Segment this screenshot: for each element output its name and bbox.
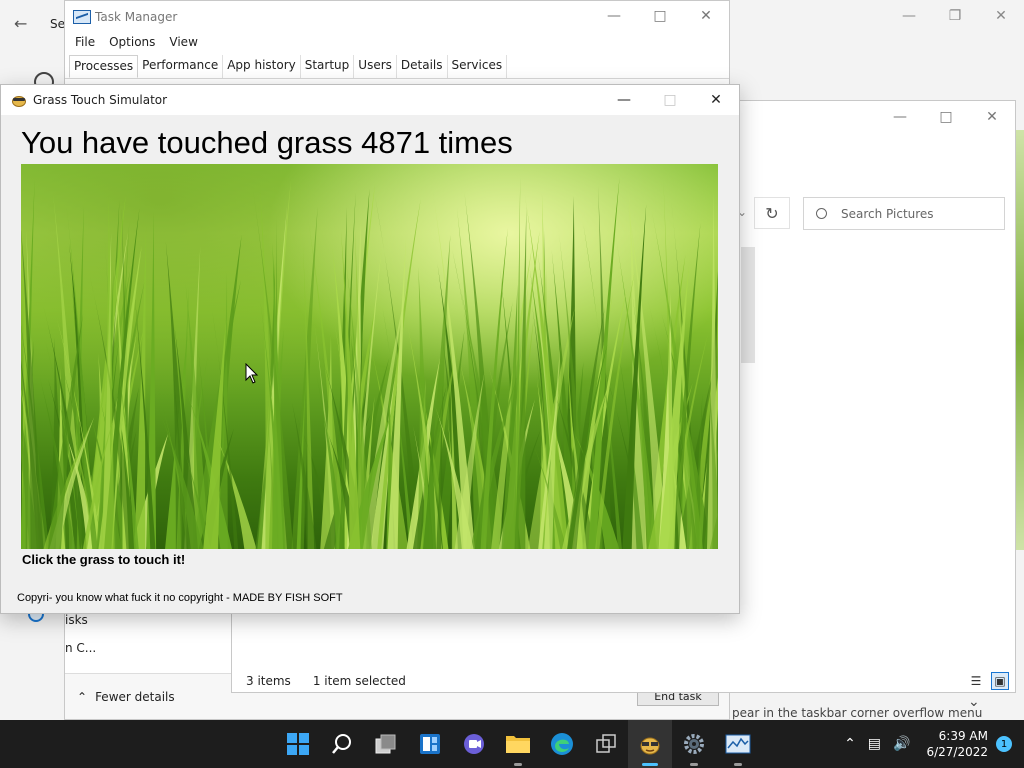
tab-users[interactable]: Users	[354, 55, 397, 78]
grass-touch-simulator-window: Grass Touch Simulator — □ ✕ You have tou…	[0, 84, 740, 614]
edge-button[interactable]	[540, 720, 584, 768]
chevron-up-icon[interactable]: ⌃	[844, 736, 856, 752]
task-view-button[interactable]	[364, 720, 408, 768]
search-icon	[332, 734, 351, 754]
running-indicator	[514, 763, 522, 766]
running-indicator	[690, 763, 698, 766]
fewer-details-label: Fewer details	[95, 690, 175, 704]
back-arrow-icon[interactable]: ←	[14, 14, 27, 33]
search-input[interactable]	[841, 206, 991, 221]
minimize-icon[interactable]: —	[591, 1, 637, 31]
tab-details[interactable]: Details	[397, 55, 448, 78]
task-manager-title: Task Manager	[95, 10, 178, 24]
touch-counter-heading: You have touched grass 4871 times	[21, 125, 513, 160]
task-manager-taskbar-button[interactable]	[716, 720, 760, 768]
mouse-cursor-icon	[245, 363, 259, 384]
menu-view[interactable]: View	[169, 35, 197, 51]
fewer-details-toggle[interactable]: ⌃ Fewer details	[77, 690, 175, 704]
active-indicator	[642, 763, 658, 766]
close-icon[interactable]: ✕	[683, 1, 729, 31]
snipping-tool-button[interactable]	[584, 720, 628, 768]
network-icon[interactable]: ▤	[868, 736, 881, 752]
start-button[interactable]	[276, 720, 320, 768]
selection-count: 1 item selected	[312, 674, 406, 688]
close-icon[interactable]: ✕	[978, 0, 1024, 32]
search-box[interactable]	[803, 197, 1005, 230]
minimize-icon[interactable]: —	[886, 0, 932, 32]
taskbar-apps	[276, 720, 760, 768]
settings-taskbar-button[interactable]	[672, 720, 716, 768]
task-manager-icon	[73, 10, 91, 24]
wallpaper-strip	[1016, 130, 1024, 550]
view-mode-buttons: ☰ ▣	[967, 672, 1009, 690]
menu-file[interactable]: File	[75, 35, 95, 51]
taskbar-overflow-text: pear in the taskbar corner overflow menu	[732, 706, 983, 720]
chat-button[interactable]	[452, 720, 496, 768]
menu-options[interactable]: Options	[109, 35, 155, 51]
grass-window-title: Grass Touch Simulator	[33, 93, 168, 107]
task-manager-menu-bar: File Options View	[65, 33, 729, 53]
edge-browser-icon	[551, 733, 573, 755]
chevron-up-icon: ⌃	[77, 690, 88, 704]
large-icons-view-icon[interactable]: ▣	[991, 672, 1009, 690]
tab-startup[interactable]: Startup	[301, 55, 355, 78]
scrollbar[interactable]	[741, 247, 755, 363]
settings-window-controls: — ❐ ✕	[886, 0, 1024, 32]
refresh-button[interactable]: ↻	[754, 197, 790, 229]
chat-icon	[464, 734, 484, 754]
maximize-icon[interactable]: □	[923, 101, 969, 133]
clock-date: 6/27/2022	[926, 745, 988, 759]
grass-touch-simulator-taskbar-button[interactable]	[628, 720, 672, 768]
details-view-icon[interactable]: ☰	[967, 672, 985, 690]
process-row-label[interactable]: n C...	[65, 641, 96, 655]
grass-image[interactable]	[21, 164, 718, 549]
maximize-icon[interactable]: □	[637, 1, 683, 31]
tab-processes[interactable]: Processes	[69, 55, 139, 78]
tab-app-history[interactable]: App history	[223, 55, 301, 78]
running-indicator	[734, 763, 742, 766]
instruction-text: Click the grass to touch it!	[22, 552, 186, 567]
taskbar: ⌃ ▤ 🔊 6:39 AM 6/27/2022 1	[0, 720, 1024, 768]
restore-icon[interactable]: ❐	[932, 0, 978, 32]
grass-window-controls: — □ ✕	[601, 85, 739, 115]
widgets-button[interactable]	[408, 720, 452, 768]
gear-icon	[684, 734, 704, 754]
widgets-icon	[420, 734, 440, 754]
search-icon	[816, 208, 827, 219]
task-manager-icon	[725, 734, 751, 754]
task-manager-titlebar[interactable]: Task Manager — □ ✕	[65, 1, 729, 33]
chevron-down-icon[interactable]: ⌄	[968, 694, 980, 710]
tab-services[interactable]: Services	[448, 55, 508, 78]
process-row-label[interactable]: isks	[65, 613, 88, 627]
system-tray: ⌃ ▤ 🔊 6:39 AM 6/27/2022 1	[838, 720, 1024, 768]
minimize-icon[interactable]: —	[601, 85, 647, 115]
close-icon[interactable]: ✕	[969, 101, 1015, 133]
folder-icon	[506, 736, 530, 753]
tab-performance[interactable]: Performance	[138, 55, 224, 78]
notification-badge[interactable]: 1	[996, 736, 1012, 752]
nerd-face-icon	[11, 93, 27, 107]
nerd-face-icon	[640, 737, 660, 755]
task-view-icon	[375, 734, 396, 754]
explorer-status-bar: 3 items 1 item selected	[246, 674, 406, 688]
windows-logo-icon	[287, 733, 309, 755]
close-icon[interactable]: ✕	[693, 85, 739, 115]
grass-window-titlebar[interactable]: Grass Touch Simulator — □ ✕	[1, 85, 739, 115]
clock[interactable]: 6:39 AM 6/27/2022	[926, 728, 988, 760]
snipping-tool-icon	[596, 734, 616, 753]
task-manager-window-controls: — □ ✕	[591, 1, 729, 31]
volume-icon[interactable]: 🔊	[893, 736, 910, 752]
maximize-icon: □	[663, 92, 677, 108]
minimize-icon[interactable]: —	[877, 101, 923, 133]
copyright-text: Copyri- you know what fuck it no copyrig…	[17, 592, 343, 604]
file-explorer-taskbar-button[interactable]	[496, 720, 540, 768]
item-count: 3 items	[246, 674, 291, 688]
explorer-window-controls: — □ ✕	[877, 101, 1015, 133]
grass-blades	[21, 177, 718, 549]
clock-time: 6:39 AM	[938, 729, 988, 743]
settings-title: Se	[50, 17, 65, 31]
refresh-icon: ↻	[765, 203, 779, 223]
task-manager-tabs: Processes Performance App history Startu…	[65, 55, 729, 79]
taskbar-search-button[interactable]	[320, 720, 364, 768]
